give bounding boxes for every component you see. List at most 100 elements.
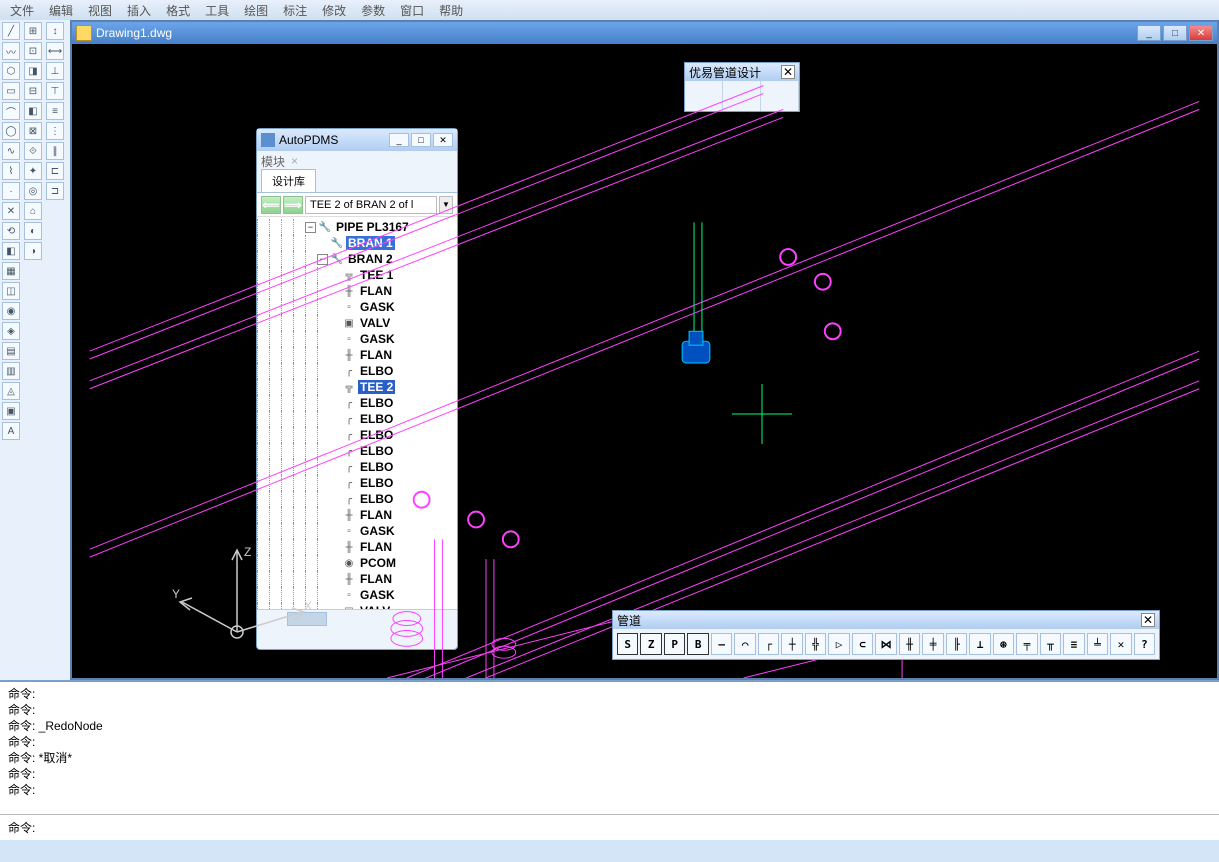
menu-帮助[interactable]: 帮助 [433,0,469,21]
tree-item-gask[interactable]: ▫GASK [257,523,457,539]
tree-item-elbo[interactable]: ╭ELBO [257,491,457,507]
pipe-tool-11[interactable]: ⋈ [875,633,896,655]
draw-tool-btn-13[interactable]: ◫ [2,282,20,300]
menu-插入[interactable]: 插入 [121,0,157,21]
tree-item-elbo[interactable]: ╭ELBO [257,475,457,491]
tree-item-gask[interactable]: ▫GASK [257,331,457,347]
tree-item-flan[interactable]: ╫FLAN [257,283,457,299]
modify-tool-btn-11[interactable]: ◑ [24,242,42,260]
tree-item-tee-2[interactable]: ╦TEE 2 [257,379,457,395]
drawing-close-button[interactable]: ✕ [1189,25,1213,41]
snap-tool-btn-6[interactable]: ∥ [46,142,64,160]
draw-tool-btn-0[interactable]: ╱ [2,22,20,40]
tree-expand-icon[interactable]: − [317,254,328,265]
pipe-toolbar[interactable]: 管道 ✕ SZPB—⌒┌┼╬▷⊂⋈╫╪╟⊥⊛╤╥≡╧✕? [612,610,1160,660]
menu-参数[interactable]: 参数 [355,0,391,21]
nav-path-dropdown[interactable]: ▼ [439,196,453,214]
menu-格式[interactable]: 格式 [160,0,196,21]
draw-tool-btn-15[interactable]: ◈ [2,322,20,340]
tree-item-flan[interactable]: ╫FLAN [257,347,457,363]
draw-tool-btn-20[interactable]: A [2,422,20,440]
tree-item-elbo[interactable]: ╭ELBO [257,395,457,411]
menu-工具[interactable]: 工具 [199,0,235,21]
modify-tool-btn-3[interactable]: ⊟ [24,82,42,100]
menu-视图[interactable]: 视图 [82,0,118,21]
draw-tool-btn-10[interactable]: ⟲ [2,222,20,240]
tree-item-elbo[interactable]: ╭ELBO [257,411,457,427]
menu-编辑[interactable]: 编辑 [43,0,79,21]
pipe-tool-17[interactable]: ╤ [1016,633,1037,655]
menu-修改[interactable]: 修改 [316,0,352,21]
draw-tool-btn-12[interactable]: ▦ [2,262,20,280]
menu-文件[interactable]: 文件 [4,0,40,21]
draw-tool-btn-16[interactable]: ▤ [2,342,20,360]
draw-tool-btn-7[interactable]: ⌇ [2,162,20,180]
drawing-titlebar[interactable]: Drawing1.dwg _ □ ✕ [72,22,1217,44]
pipe-design-palette[interactable]: 优易管道设计 ✕ [684,62,800,112]
tree-item-flan[interactable]: ╫FLAN [257,571,457,587]
pipe-tool-14[interactable]: ╟ [946,633,967,655]
modify-tool-btn-10[interactable]: ◐ [24,222,42,240]
pipe-tool-8[interactable]: ╬ [805,633,826,655]
draw-tool-btn-8[interactable]: · [2,182,20,200]
pipe-tool-1[interactable]: Z [640,633,661,655]
modify-tool-btn-0[interactable]: ⊞ [24,22,42,40]
pipe-tool-15[interactable]: ⊥ [969,633,990,655]
snap-tool-btn-8[interactable]: ⊐ [46,182,64,200]
autopdms-tab-module[interactable]: 模块 [261,153,285,170]
pipe-tool-22[interactable]: ? [1134,633,1155,655]
modify-tool-btn-1[interactable]: ⊡ [24,42,42,60]
tree-item-tee-1[interactable]: ╦TEE 1 [257,267,457,283]
drawing-minimize-button[interactable]: _ [1137,25,1161,41]
tree-item-pipe-pl3167[interactable]: −🔧PIPE PL3167 [257,219,457,235]
draw-tool-btn-6[interactable]: ∿ [2,142,20,160]
snap-tool-btn-5[interactable]: ⋮ [46,122,64,140]
pipe-tool-16[interactable]: ⊛ [993,633,1014,655]
pipe-tool-20[interactable]: ╧ [1087,633,1108,655]
nav-path-field[interactable]: TEE 2 of BRAN 2 of l [305,196,437,214]
draw-tool-btn-2[interactable]: ⬡ [2,62,20,80]
draw-tool-btn-19[interactable]: ▣ [2,402,20,420]
tree-item-gask[interactable]: ▫GASK [257,299,457,315]
tree-item-elbo[interactable]: ╭ELBO [257,459,457,475]
pipe-tool-21[interactable]: ✕ [1110,633,1131,655]
modify-tool-btn-4[interactable]: ◧ [24,102,42,120]
pipe-tool-5[interactable]: ⌒ [734,633,755,655]
modify-tool-btn-2[interactable]: ◨ [24,62,42,80]
draw-tool-btn-4[interactable]: ⌒ [2,102,20,120]
menu-窗口[interactable]: 窗口 [394,0,430,21]
autopdms-close-button[interactable]: ✕ [433,133,453,147]
snap-tool-btn-4[interactable]: ≡ [46,102,64,120]
draw-tool-btn-5[interactable]: ◯ [2,122,20,140]
modify-tool-btn-7[interactable]: ✦ [24,162,42,180]
draw-tool-btn-1[interactable]: 〰 [2,42,20,60]
nav-back-button[interactable]: ⟸ [261,196,281,214]
pipe-design-close-button[interactable]: ✕ [781,65,795,79]
draw-tool-btn-9[interactable]: ✕ [2,202,20,220]
draw-tool-btn-11[interactable]: ◧ [2,242,20,260]
pipe-tool-18[interactable]: ╥ [1040,633,1061,655]
snap-tool-btn-3[interactable]: ⊤ [46,82,64,100]
drawing-maximize-button[interactable]: □ [1163,25,1187,41]
pipe-tool-4[interactable]: — [711,633,732,655]
modify-tool-btn-5[interactable]: ⊠ [24,122,42,140]
tree-item-elbo[interactable]: ╭ELBO [257,443,457,459]
draw-tool-btn-14[interactable]: ◉ [2,302,20,320]
snap-tool-btn-1[interactable]: ⟷ [46,42,64,60]
component-tree[interactable]: −🔧PIPE PL3167🔧BRAN 1−🔧BRAN 2╦TEE 1╫FLAN▫… [257,217,457,609]
pipe-tool-10[interactable]: ⊂ [852,633,873,655]
autopdms-panel[interactable]: AutoPDMS _ □ ✕ 模块× 设计库 ⟸ ⟹ TEE 2 of BRAN… [256,128,458,650]
menu-标注[interactable]: 标注 [277,0,313,21]
draw-tool-btn-18[interactable]: ◬ [2,382,20,400]
tree-item-elbo[interactable]: ╭ELBO [257,363,457,379]
pipe-tool-6[interactable]: ┌ [758,633,779,655]
draw-tool-btn-17[interactable]: ▥ [2,362,20,380]
tree-item-pcom[interactable]: ◉PCOM [257,555,457,571]
pipe-tool-0[interactable]: S [617,633,638,655]
snap-tool-btn-7[interactable]: ⊏ [46,162,64,180]
pipe-tool-12[interactable]: ╫ [899,633,920,655]
nav-forward-button[interactable]: ⟹ [283,196,303,214]
pipe-tool-7[interactable]: ┼ [781,633,802,655]
autopdms-maximize-button[interactable]: □ [411,133,431,147]
drawing-canvas[interactable]: 优易管道设计 ✕ AutoPDMS _ □ ✕ 模块× 设计库 [72,44,1217,678]
